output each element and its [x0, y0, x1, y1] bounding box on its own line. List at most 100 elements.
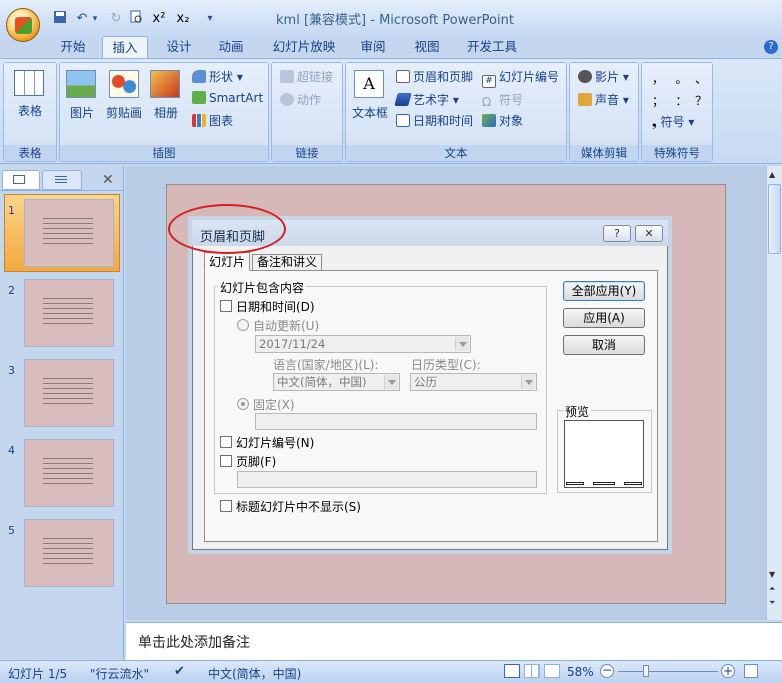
cancel-button[interactable]: 取消	[563, 335, 645, 355]
outline-tab[interactable]	[42, 170, 82, 190]
datetime-checkbox[interactable]	[220, 300, 232, 312]
group-label-table: 表格	[4, 145, 56, 161]
auto-update-radio[interactable]	[237, 319, 249, 331]
language-select[interactable]: 中文(简体，中国)	[273, 373, 400, 391]
status-slide-count: 幻灯片 1/5	[8, 667, 68, 681]
album-icon	[150, 70, 180, 98]
action-icon	[280, 93, 294, 106]
footer-text-input[interactable]	[237, 471, 537, 488]
wordart-button[interactable]: 艺术字 ▾	[394, 91, 459, 108]
slide-thumbnail-1[interactable]	[24, 199, 114, 267]
shapes-button[interactable]: 形状 ▾	[192, 68, 243, 85]
tab-design[interactable]: 设计	[156, 36, 202, 58]
footer-checkbox[interactable]	[220, 455, 232, 467]
symbol-button[interactable]: Ω 符号	[482, 91, 523, 109]
action-button[interactable]: 动作	[280, 91, 321, 108]
insert-table-button[interactable]: 表格	[14, 70, 46, 130]
hyperlink-button[interactable]: 超链接	[280, 68, 333, 85]
tab-notes-handouts[interactable]: 备注和讲义	[252, 254, 323, 270]
save-icon[interactable]	[52, 10, 68, 28]
close-pane-icon[interactable]: ✕	[102, 172, 114, 188]
dialog-close-button[interactable]: ✕	[635, 225, 663, 242]
tab-developer[interactable]: 开发工具	[460, 36, 524, 58]
vertical-scrollbar[interactable]: ▲ ▼ ⏶ ⏷	[766, 166, 782, 620]
thumb-text-lines	[43, 538, 93, 568]
print-preview-icon[interactable]	[128, 10, 144, 28]
slide-thumbnail-5[interactable]	[24, 519, 114, 587]
help-icon[interactable]: ?	[764, 40, 778, 54]
scroll-down-icon[interactable]: ▼	[769, 570, 775, 579]
zoom-slider-handle[interactable]	[643, 665, 649, 677]
tab-home[interactable]: 开始	[50, 36, 96, 58]
header-footer-icon	[396, 70, 410, 83]
zoom-in-icon[interactable]: +	[721, 664, 735, 678]
dialog-help-button[interactable]: ?	[603, 225, 631, 242]
group-label-text: 文本	[346, 145, 566, 161]
symbol-row-1[interactable]: ， 。 、	[652, 70, 707, 87]
symbol-row-2[interactable]: ； ： ？	[652, 92, 707, 109]
scroll-thumb[interactable]	[768, 184, 781, 254]
date-format-select[interactable]: 2017/11/24	[255, 335, 471, 353]
fit-to-window-icon[interactable]	[744, 664, 758, 678]
fixed-date-input[interactable]	[255, 413, 537, 430]
office-logo-icon	[15, 17, 32, 34]
slide-thumbnail-2[interactable]	[24, 279, 114, 347]
scroll-up-icon[interactable]: ▲	[769, 170, 775, 179]
apply-all-button[interactable]: 全部应用(Y)	[563, 281, 645, 301]
normal-view-icon[interactable]	[504, 664, 520, 678]
calendar-value: 公历	[414, 375, 437, 389]
textbox-button[interactable]: A 文本框	[350, 70, 390, 121]
table-label: 表格	[17, 104, 42, 118]
wordart-label: 艺术字	[413, 93, 450, 107]
undo-dropdown-icon[interactable]: ▾	[90, 10, 100, 28]
tab-animation[interactable]: 动画	[208, 36, 254, 58]
status-language[interactable]: 中文(简体，中国)	[208, 665, 301, 682]
sorter-view-icon[interactable]	[524, 664, 540, 678]
slide-number-checkbox[interactable]	[220, 436, 232, 448]
album-button[interactable]: 相册	[150, 70, 182, 121]
zoom-slider-track[interactable]	[618, 671, 718, 672]
symbol-more-button[interactable]: ❟ 符号 ▾	[652, 113, 694, 130]
picture-button[interactable]: 图片	[66, 70, 98, 121]
next-slide-icon[interactable]: ⏷	[769, 598, 775, 608]
slide-thumbnail-4[interactable]	[24, 439, 114, 507]
object-button[interactable]: 对象	[482, 112, 523, 129]
spell-check-icon[interactable]: ✔	[174, 664, 185, 679]
prev-slide-icon[interactable]: ⏶	[769, 584, 775, 594]
subscript-icon[interactable]: x₂	[174, 10, 192, 28]
slide-thumbnail-3[interactable]	[24, 359, 114, 427]
calendar-select[interactable]: 公历	[410, 373, 537, 391]
chart-button[interactable]: 图表	[192, 112, 233, 129]
movie-button[interactable]: 影片 ▾	[578, 68, 629, 85]
header-footer-button[interactable]: 页眉和页脚	[396, 68, 473, 85]
slides-tab[interactable]	[2, 170, 40, 190]
tab-slide[interactable]: 幻灯片	[204, 252, 251, 271]
slideshow-view-icon[interactable]	[544, 664, 560, 678]
undo-icon[interactable]: ↶	[74, 10, 90, 28]
hide-on-title-checkbox[interactable]	[220, 500, 232, 512]
smartart-button[interactable]: SmartArt	[192, 91, 263, 105]
preview-label: 预览	[563, 403, 592, 420]
chart-icon	[192, 114, 206, 127]
customize-qat-icon[interactable]: ▾	[205, 10, 215, 28]
fixed-radio[interactable]	[237, 398, 249, 410]
sound-button[interactable]: 声音 ▾	[578, 91, 629, 108]
datetime-button[interactable]: 日期和时间	[396, 112, 473, 129]
smartart-icon	[192, 91, 206, 104]
superscript-icon[interactable]: x²	[150, 10, 168, 28]
annotation-ellipse	[168, 204, 286, 254]
office-button[interactable]	[6, 8, 40, 42]
clipart-button[interactable]: 剪贴画	[104, 70, 144, 121]
groupbox-label: 幻灯片包含内容	[218, 279, 307, 296]
tab-insert[interactable]: 插入	[102, 36, 148, 58]
redo-icon[interactable]: ↻	[108, 10, 124, 28]
tab-review[interactable]: 审阅	[352, 36, 394, 58]
slide-number-button[interactable]: # 幻灯片编号	[482, 68, 559, 88]
apply-button[interactable]: 应用(A)	[563, 308, 645, 328]
picture-icon	[66, 70, 96, 98]
zoom-out-icon[interactable]: −	[600, 664, 614, 678]
zoom-level[interactable]: 58%	[567, 665, 594, 679]
tab-slideshow[interactable]: 幻灯片放映	[266, 36, 342, 58]
chevron-down-icon	[455, 337, 469, 351]
tab-view[interactable]: 视图	[406, 36, 448, 58]
